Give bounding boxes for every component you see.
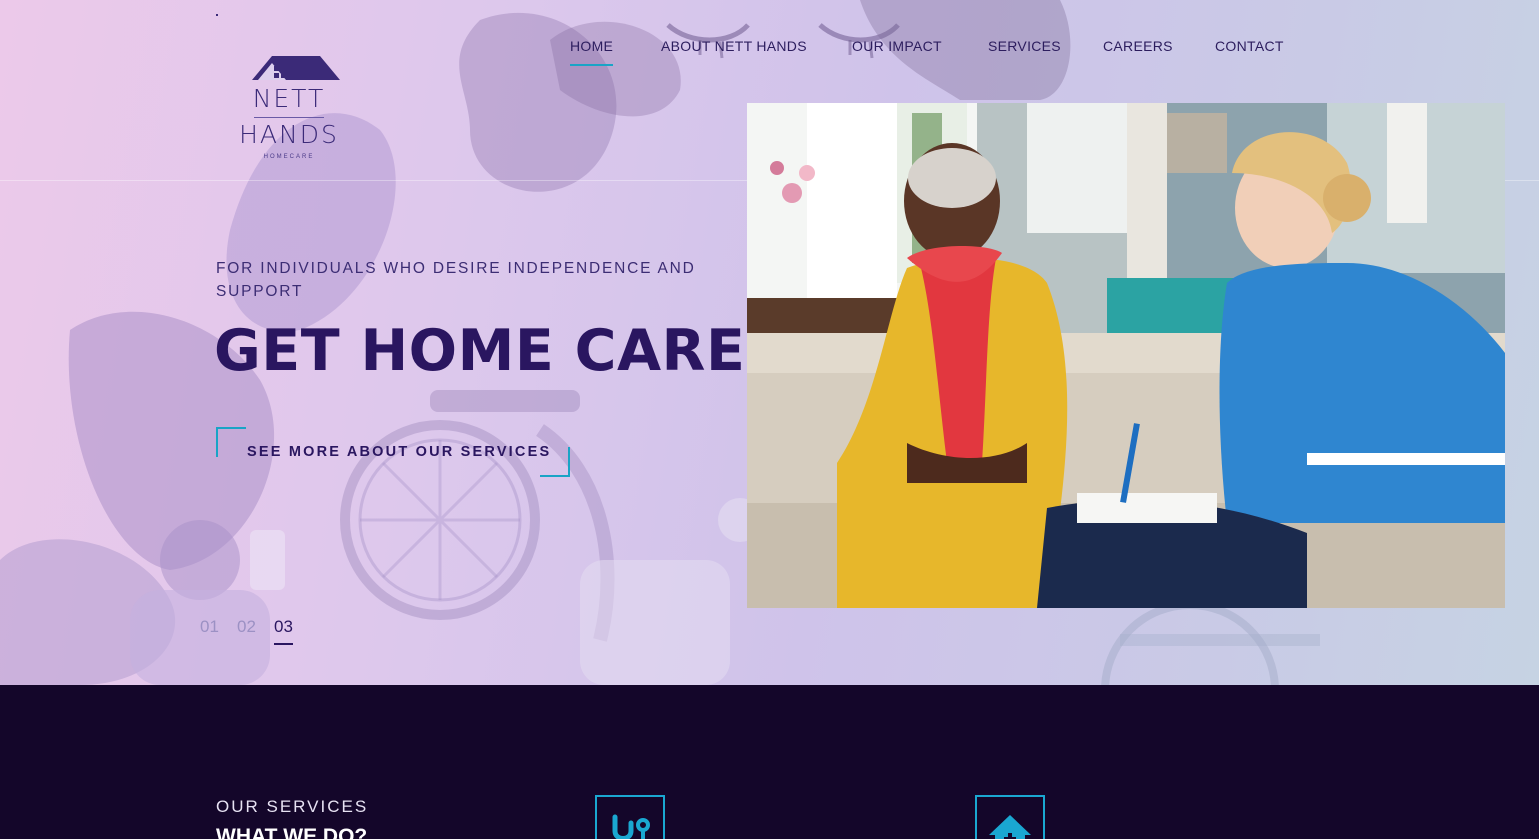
nav-item-services[interactable]: SERVICES	[988, 38, 1061, 54]
hero-section: NETT HANDS HOMECARE HOME ABOUT NETT HAND…	[0, 0, 1539, 685]
service-card-medical[interactable]	[595, 795, 665, 839]
nav-item-home[interactable]: HOME	[570, 38, 614, 66]
slide-button-03[interactable]: 03	[274, 617, 293, 645]
brand-logo[interactable]: NETT HANDS HOMECARE	[232, 54, 346, 166]
house-roof-icon	[252, 56, 340, 80]
hero-tagline: FOR INDIVIDUALS WHO DESIRE INDEPENDENCE …	[216, 260, 696, 300]
nav-item-contact[interactable]: CONTACT	[1215, 38, 1284, 54]
services-section: OUR SERVICES WHAT WE DO?	[0, 685, 1539, 839]
logo-wordmark-bottom: HANDS	[239, 120, 339, 149]
logo-wordmark-top: NETT	[252, 84, 326, 113]
stethoscope-icon	[612, 814, 650, 839]
slide-button-02[interactable]: 02	[237, 617, 256, 643]
logo-divider	[254, 117, 324, 118]
hero-photo-carer-and-client	[747, 103, 1505, 608]
nav-item-careers[interactable]: CAREERS	[1103, 38, 1173, 54]
hero-headline: GET HOME CARE	[214, 318, 746, 384]
logo-subtitle: HOMECARE	[263, 154, 315, 160]
nav-item-our-impact[interactable]: OUR IMPACT	[852, 38, 942, 54]
nav-item-about[interactable]: ABOUT NETT HANDS	[661, 38, 807, 54]
services-overline: OUR SERVICES	[216, 797, 369, 816]
cta-corner-top-left	[216, 427, 246, 457]
cta-label: SEE MORE ABOUT OUR SERVICES	[247, 444, 552, 460]
home-medical-icon	[989, 815, 1031, 839]
see-services-button[interactable]: SEE MORE ABOUT OUR SERVICES	[216, 427, 570, 477]
slide-button-01[interactable]: 01	[200, 617, 219, 643]
services-title: WHAT WE DO?	[216, 825, 368, 839]
decorative-dot	[216, 14, 218, 16]
service-card-home[interactable]	[975, 795, 1045, 839]
